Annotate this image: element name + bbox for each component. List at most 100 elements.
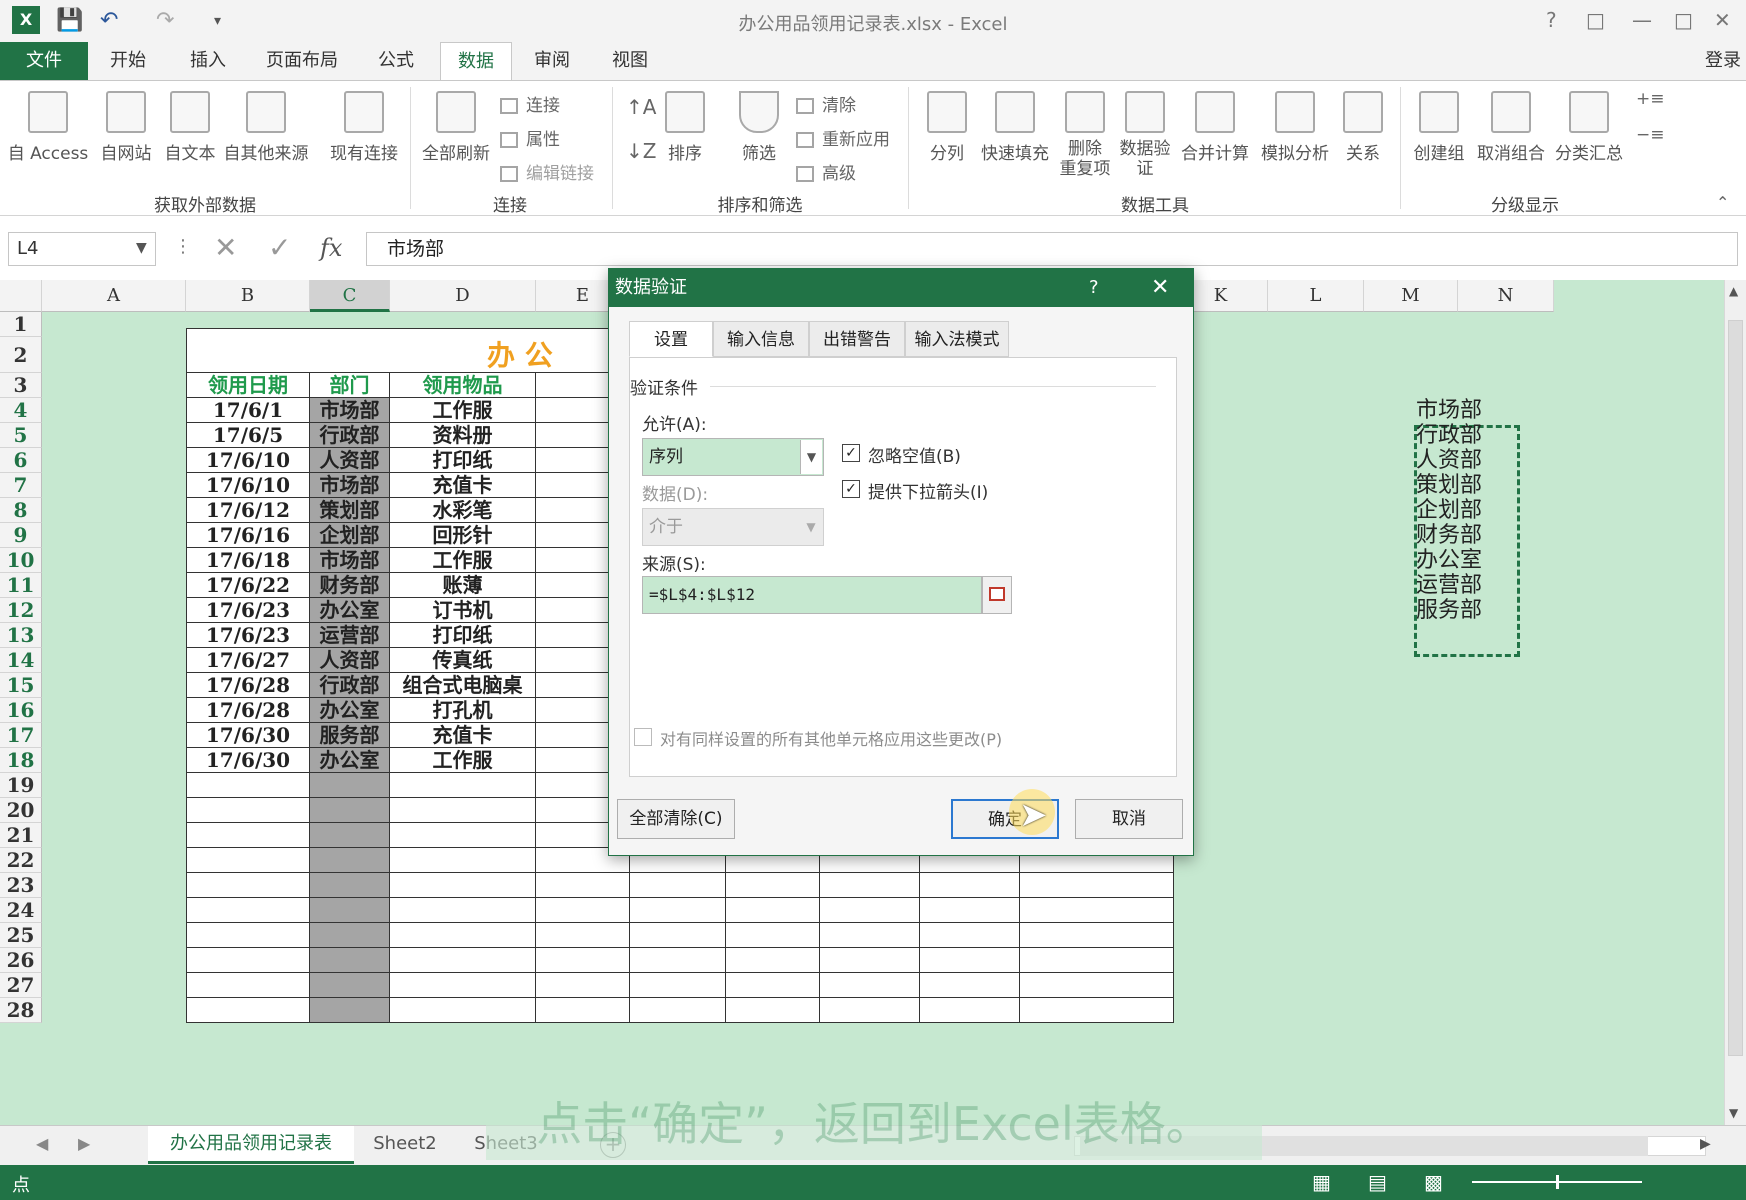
table-cell[interactable]: 传真纸 xyxy=(390,648,536,673)
table-cell[interactable]: 17/6/30 xyxy=(186,748,310,773)
dept-list-item[interactable]: 服务部 xyxy=(1416,598,1482,623)
apply-all-checkbox[interactable] xyxy=(634,728,652,746)
refresh-all-button[interactable]: 全部刷新 xyxy=(418,91,494,164)
page-layout-view-icon[interactable]: ▤ xyxy=(1368,1170,1387,1194)
table-cell[interactable]: 工作服 xyxy=(390,548,536,573)
dept-list-item[interactable]: 人资部 xyxy=(1416,448,1482,473)
help-icon[interactable]: ? xyxy=(1546,8,1557,32)
name-box-dropdown-icon[interactable]: ▼ xyxy=(136,240,147,256)
table-cell[interactable] xyxy=(630,923,726,948)
table-cell[interactable]: 行政部 xyxy=(310,423,390,448)
row-header-19[interactable]: 19 xyxy=(0,773,42,798)
table-cell[interactable]: 组合式电脑桌 xyxy=(390,673,536,698)
table-cell[interactable] xyxy=(820,973,920,998)
table-cell[interactable] xyxy=(310,998,390,1023)
table-cell[interactable] xyxy=(186,823,310,848)
dept-list-item[interactable]: 企划部 xyxy=(1416,498,1482,523)
scroll-right-icon[interactable]: ▶ xyxy=(1700,1136,1711,1152)
table-cell[interactable] xyxy=(310,898,390,923)
table-cell[interactable] xyxy=(820,873,920,898)
from-access-button[interactable]: 自 Access xyxy=(6,91,90,164)
row-header-24[interactable]: 24 xyxy=(0,898,42,923)
table-cell[interactable]: 行政部 xyxy=(310,673,390,698)
table-cell[interactable] xyxy=(310,773,390,798)
header-cell[interactable]: 领用日期 xyxy=(186,373,310,398)
subtotal-button[interactable]: 分类汇总 xyxy=(1550,91,1628,164)
column-header-d[interactable]: D xyxy=(390,280,536,312)
minimize-icon[interactable]: — xyxy=(1632,8,1652,32)
collapse-dialog-icon[interactable] xyxy=(982,576,1012,614)
page-break-view-icon[interactable]: ▩ xyxy=(1424,1170,1443,1194)
row-header-5[interactable]: 5 xyxy=(0,423,42,448)
table-cell[interactable] xyxy=(186,798,310,823)
table-cell[interactable]: 充值卡 xyxy=(390,473,536,498)
table-cell[interactable] xyxy=(726,898,820,923)
row-header-7[interactable]: 7 xyxy=(0,473,42,498)
collapse-ribbon-icon[interactable]: ⌃ xyxy=(1716,193,1729,212)
table-cell[interactable]: 17/6/28 xyxy=(186,698,310,723)
tab-file[interactable]: 文件 xyxy=(0,42,88,80)
table-cell[interactable] xyxy=(1020,998,1174,1023)
sort-descending-icon[interactable]: ↓Z xyxy=(626,139,656,163)
clear-filter-button[interactable]: 清除 xyxy=(796,91,856,116)
sheet-tab-main[interactable]: 办公用品领用记录表 xyxy=(148,1126,354,1164)
tab-home[interactable]: 开始 xyxy=(96,42,160,80)
dept-list-item[interactable]: 策划部 xyxy=(1416,473,1482,498)
source-input[interactable]: =$L$4:$L$12 xyxy=(642,576,982,614)
table-cell[interactable]: 策划部 xyxy=(310,498,390,523)
table-cell[interactable] xyxy=(186,948,310,973)
table-cell[interactable]: 充值卡 xyxy=(390,723,536,748)
ungroup-button[interactable]: 取消组合 xyxy=(1472,91,1550,164)
cancel-entry-icon[interactable]: ✕ xyxy=(214,232,237,264)
row-header-28[interactable]: 28 xyxy=(0,998,42,1023)
formula-bar-options-icon[interactable]: ⋮ xyxy=(174,236,192,257)
sort-button[interactable]: 排序 xyxy=(660,91,710,164)
table-cell[interactable]: 工作服 xyxy=(390,398,536,423)
table-cell[interactable]: 17/6/16 xyxy=(186,523,310,548)
table-cell[interactable]: 打印纸 xyxy=(390,448,536,473)
scroll-down-icon[interactable]: ▼ xyxy=(1729,1106,1738,1120)
table-cell[interactable] xyxy=(310,823,390,848)
row-header-15[interactable]: 15 xyxy=(0,673,42,698)
row-header-12[interactable]: 12 xyxy=(0,598,42,623)
column-header-l[interactable]: L xyxy=(1268,280,1364,312)
table-cell[interactable]: 订书机 xyxy=(390,598,536,623)
table-cell[interactable] xyxy=(186,773,310,798)
table-cell[interactable] xyxy=(310,973,390,998)
advanced-filter-button[interactable]: 高级 xyxy=(796,159,856,184)
table-cell[interactable] xyxy=(536,948,630,973)
formula-input[interactable]: 市场部 xyxy=(366,232,1738,266)
dept-list-item[interactable]: 市场部 xyxy=(1416,398,1482,423)
table-cell[interactable] xyxy=(390,898,536,923)
tab-review[interactable]: 审阅 xyxy=(520,42,584,80)
table-cell[interactable] xyxy=(820,898,920,923)
row-header-23[interactable]: 23 xyxy=(0,873,42,898)
row-header-21[interactable]: 21 xyxy=(0,823,42,848)
table-cell[interactable]: 回形针 xyxy=(390,523,536,548)
dept-list-item[interactable]: 财务部 xyxy=(1416,523,1482,548)
relationships-button[interactable]: 关系 xyxy=(1336,91,1390,164)
column-header-a[interactable]: A xyxy=(42,280,186,312)
header-cell[interactable]: 部门 xyxy=(310,373,390,398)
table-cell[interactable]: 17/6/18 xyxy=(186,548,310,573)
table-cell[interactable] xyxy=(536,973,630,998)
tab-settings[interactable]: 设置 xyxy=(629,321,713,357)
dept-list-item[interactable]: 行政部 xyxy=(1416,423,1482,448)
table-cell[interactable]: 17/6/5 xyxy=(186,423,310,448)
table-cell[interactable]: 办公室 xyxy=(310,598,390,623)
tab-ime-mode[interactable]: 输入法模式 xyxy=(905,321,1009,357)
table-cell[interactable] xyxy=(186,848,310,873)
row-header-8[interactable]: 8 xyxy=(0,498,42,523)
confirm-entry-icon[interactable]: ✓ xyxy=(268,232,291,264)
data-validation-button[interactable]: 数据验 证 xyxy=(1116,91,1174,179)
table-cell[interactable] xyxy=(820,923,920,948)
row-header-16[interactable]: 16 xyxy=(0,698,42,723)
table-cell[interactable] xyxy=(920,948,1020,973)
sheet-tab-sheet2[interactable]: Sheet2 xyxy=(360,1126,450,1164)
table-cell[interactable]: 企划部 xyxy=(310,523,390,548)
text-to-columns-button[interactable]: 分列 xyxy=(920,91,974,164)
table-cell[interactable]: 17/6/10 xyxy=(186,473,310,498)
table-cell[interactable] xyxy=(1020,923,1174,948)
row-header-10[interactable]: 10 xyxy=(0,548,42,573)
connections-button[interactable]: 连接 xyxy=(500,91,560,116)
